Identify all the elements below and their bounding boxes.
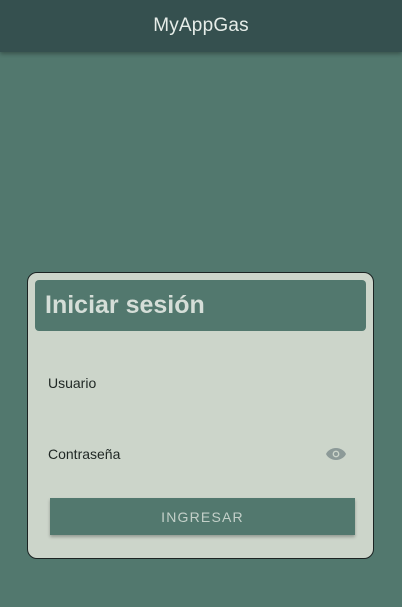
login-card-header: Iniciar sesión [35, 280, 366, 331]
eye-icon-svg [326, 448, 346, 460]
username-field[interactable]: Usuario [48, 368, 348, 398]
login-title: Iniciar sesión [45, 291, 205, 319]
submit-button[interactable]: INGRESAR [50, 498, 355, 535]
username-label: Usuario [48, 375, 97, 391]
password-label: Contraseña [48, 446, 121, 462]
app-title: MyAppGas [153, 15, 249, 36]
app-bar: MyAppGas [0, 0, 402, 52]
login-card: Iniciar sesión Usuario Contraseña INGRES… [27, 272, 374, 559]
eye-icon[interactable] [324, 442, 348, 466]
password-field[interactable]: Contraseña [48, 439, 348, 469]
